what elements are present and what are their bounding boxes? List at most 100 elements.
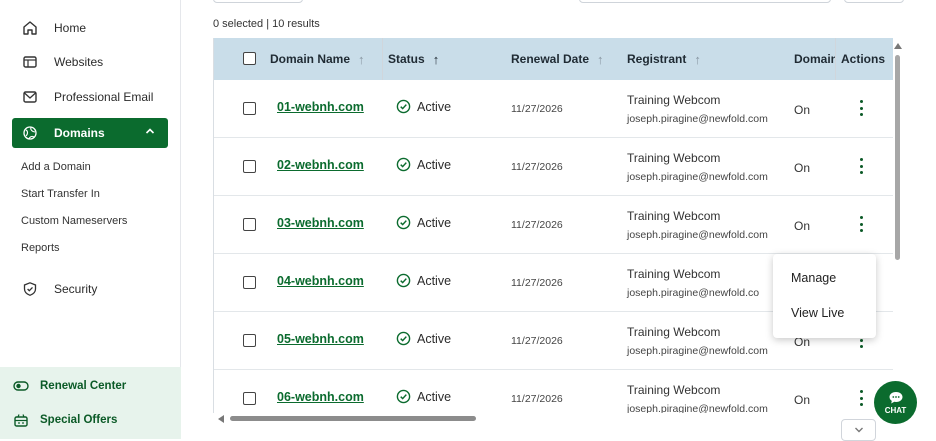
- autorenew-value: On: [794, 219, 811, 233]
- col-registrant[interactable]: Registrant ↑: [627, 38, 701, 80]
- menu-manage[interactable]: Manage: [791, 271, 836, 285]
- renewal-center-label: Renewal Center: [40, 380, 127, 392]
- select-all-checkbox[interactable]: [243, 52, 256, 65]
- renewal-center-link[interactable]: Renewal Center: [12, 377, 126, 395]
- scroll-up-arrow-icon[interactable]: [894, 43, 902, 49]
- table-row: 03-webnh.com Active 11/27/2026 Training …: [214, 196, 893, 254]
- chat-bubble-icon: [889, 391, 902, 403]
- registrant-name: Training Webcom: [627, 383, 721, 397]
- col-autorenew[interactable]: Domain: [794, 38, 836, 80]
- col-registrant-label: Registrant: [627, 52, 687, 66]
- row-checkbox[interactable]: [243, 102, 256, 115]
- horizontal-scroll-thumb[interactable]: [230, 416, 476, 421]
- scroll-down-button[interactable]: [841, 419, 876, 441]
- menu-view-live[interactable]: View Live: [791, 306, 844, 320]
- row-actions-kebab-icon[interactable]: [854, 100, 868, 116]
- chevron-up-icon: [144, 125, 156, 140]
- registrant-email: joseph.piragine@newfold.com: [627, 171, 768, 183]
- status-text: Active: [417, 389, 452, 404]
- row-actions-menu: Manage View Live: [773, 254, 876, 338]
- special-offers-label: Special Offers: [40, 414, 118, 426]
- row-actions-kebab-icon[interactable]: [854, 158, 868, 174]
- status-text: Active: [417, 215, 452, 230]
- check-circle-icon: [396, 215, 411, 230]
- autorenew-value: On: [794, 103, 811, 117]
- nav-home-label: Home: [54, 21, 87, 35]
- domain-link[interactable]: 01-webnh.com: [277, 100, 364, 114]
- domain-link[interactable]: 05-webnh.com: [277, 332, 364, 346]
- col-domain-name[interactable]: Domain Name ↑: [270, 38, 365, 80]
- top-action-button-partial[interactable]: [844, 0, 904, 3]
- row-checkbox[interactable]: [243, 218, 256, 231]
- check-circle-icon: [396, 157, 411, 172]
- registrant-name: Training Webcom: [627, 325, 721, 339]
- domain-link[interactable]: 02-webnh.com: [277, 158, 364, 172]
- row-checkbox[interactable]: [243, 160, 256, 173]
- nav-websites-label: Websites: [54, 55, 104, 69]
- domain-link[interactable]: 03-webnh.com: [277, 216, 364, 230]
- shield-icon: [20, 279, 40, 299]
- status-text: Active: [417, 157, 452, 172]
- nav-security-label: Security: [54, 282, 98, 296]
- registrant-email: joseph.piragine@newfold.co: [627, 287, 760, 299]
- renewal-date: 11/27/2026: [511, 335, 563, 347]
- registrant-email: joseph.piragine@newfold.com: [627, 345, 768, 357]
- row-actions-kebab-icon[interactable]: [854, 390, 868, 406]
- renewal-date: 11/27/2026: [511, 161, 563, 173]
- col-actions-label: Actions: [841, 52, 886, 66]
- nav-domains[interactable]: Domains: [12, 118, 168, 148]
- scroll-left-arrow-icon[interactable]: [218, 415, 224, 423]
- col-status[interactable]: Status ↑: [388, 38, 439, 80]
- registrant-email: joseph.piragine@newfold.com: [627, 113, 768, 125]
- registrant-email: joseph.piragine@newfold.com: [627, 403, 768, 413]
- sort-arrow-active-icon: ↑: [432, 51, 440, 67]
- nav-security[interactable]: Security: [12, 274, 168, 304]
- col-autorenew-label: Domain: [794, 52, 836, 66]
- col-status-label: Status: [388, 52, 425, 66]
- registrant-email: joseph.piragine@newfold.com: [627, 229, 768, 241]
- table-header: Domain Name ↑ Status ↑ Renewal Date ↑ Re…: [214, 38, 893, 80]
- renewal-date: 11/27/2026: [511, 103, 563, 115]
- domain-link[interactable]: 06-webnh.com: [277, 390, 364, 404]
- sub-add-domain[interactable]: Add a Domain: [21, 161, 91, 173]
- sidebar: Home Websites Professional Email Domains…: [0, 0, 181, 439]
- special-offers-link[interactable]: Special Offers: [12, 411, 117, 429]
- check-circle-icon: [396, 331, 411, 346]
- renewal-date: 11/27/2026: [511, 277, 563, 289]
- col-domain-name-label: Domain Name: [270, 52, 351, 66]
- registrant-name: Training Webcom: [627, 267, 721, 281]
- nav-home[interactable]: Home: [12, 13, 168, 43]
- toggle-icon: [12, 377, 30, 395]
- results-summary: 0 selected | 10 results: [213, 18, 320, 30]
- sub-reports[interactable]: Reports: [21, 242, 60, 254]
- main-content: 0 selected | 10 results Domain Name ↑ St…: [181, 0, 936, 439]
- vertical-scrollbar[interactable]: [893, 40, 903, 412]
- vertical-scroll-thumb[interactable]: [895, 55, 900, 260]
- chevron-down-icon: [854, 427, 863, 433]
- domain-link[interactable]: 04-webnh.com: [277, 274, 364, 288]
- home-icon: [20, 18, 40, 38]
- table-row: 01-webnh.com Active 11/27/2026 Training …: [214, 80, 893, 138]
- row-checkbox[interactable]: [243, 392, 256, 405]
- browser-window-icon: [20, 52, 40, 72]
- chat-button[interactable]: CHAT: [874, 381, 917, 424]
- nav-websites[interactable]: Websites: [12, 47, 168, 77]
- status-cell: Active: [396, 331, 451, 346]
- col-renewal-date[interactable]: Renewal Date ↑: [511, 38, 604, 80]
- globe-icon: [20, 123, 40, 143]
- sub-custom-nameservers[interactable]: Custom Nameservers: [21, 215, 127, 227]
- row-checkbox[interactable]: [243, 334, 256, 347]
- horizontal-scrollbar[interactable]: [213, 413, 893, 425]
- nav-professional-email[interactable]: Professional Email: [12, 82, 168, 112]
- col-actions: Actions: [841, 38, 893, 80]
- status-cell: Active: [396, 215, 451, 230]
- status-text: Active: [417, 273, 452, 288]
- top-button-partial[interactable]: [213, 0, 303, 3]
- row-checkbox[interactable]: [243, 276, 256, 289]
- sub-start-transfer[interactable]: Start Transfer In: [21, 188, 100, 200]
- status-text: Active: [417, 99, 452, 114]
- search-field-partial[interactable]: [579, 0, 831, 3]
- autorenew-value: On: [794, 161, 811, 175]
- check-circle-icon: [396, 273, 411, 288]
- row-actions-kebab-icon[interactable]: [854, 216, 868, 232]
